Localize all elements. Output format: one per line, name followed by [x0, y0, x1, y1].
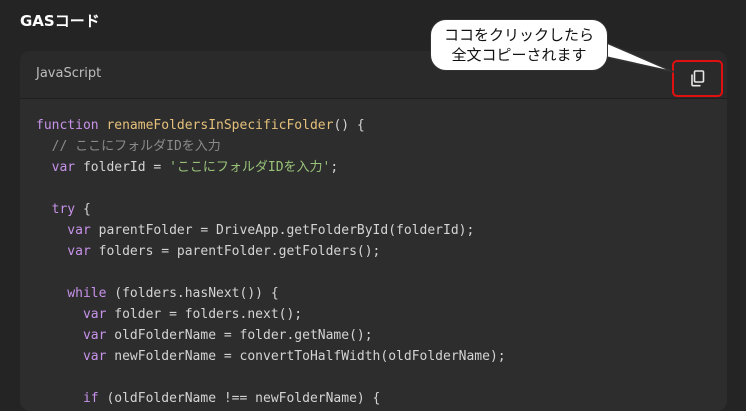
code-line: var newFolderName = convertToHalfWidth(o…: [36, 346, 727, 367]
code-token: () {: [333, 118, 365, 133]
callout-tail: [600, 39, 675, 73]
code-token: // ここにフォルダIDを入力: [36, 139, 221, 154]
code-token: newFolderName = convertToHalfWidth(oldFo…: [114, 349, 506, 364]
code-token: try: [36, 202, 83, 217]
code-line: var oldFolderName = folder.getName();: [36, 325, 727, 346]
code-line: // ここにフォルダIDを入力: [36, 136, 727, 157]
code-line: try {: [36, 199, 727, 220]
code-token: var: [36, 307, 115, 322]
code-line: var folder = folders.next();: [36, 304, 727, 325]
code-token: var: [36, 349, 115, 364]
code-line: if (oldFolderName !== newFolderName) {: [36, 388, 727, 409]
code-line: var folders = parentFolder.getFolders();: [36, 241, 727, 262]
callout-annotation: ココをクリックしたら 全文コピーされます: [430, 19, 608, 71]
code-token: renameFoldersInSpecificFolder: [106, 118, 334, 133]
code-token: while: [36, 286, 115, 301]
copy-icon[interactable]: [690, 70, 706, 87]
code-token: parentFolder = DriveApp.getFolderById(fo…: [98, 223, 475, 238]
code-token: folder = folders.next();: [114, 307, 303, 322]
callout-line-2: 全文コピーされます: [451, 46, 587, 64]
code-token: (folders.hasNext()) {: [114, 286, 279, 301]
code-block: JavaScript function renameFoldersInSpeci…: [20, 51, 727, 411]
code-line: var folderId = 'ここにフォルダIDを入力';: [36, 157, 727, 178]
code-line: var parentFolder = DriveApp.getFolderByI…: [36, 220, 727, 241]
code-line: function renameFoldersInSpecificFolder()…: [36, 115, 727, 136]
code-token: function: [36, 118, 107, 133]
code-content: function renameFoldersInSpecificFolder()…: [20, 99, 727, 409]
code-token: 'ここにフォルダIDを入力': [169, 160, 331, 175]
code-token: ;: [330, 160, 339, 175]
code-token: var: [36, 328, 115, 343]
code-token: {: [82, 202, 91, 217]
code-token: folders = parentFolder.getFolders();: [98, 244, 381, 259]
section-title: GASコード: [20, 12, 100, 30]
code-token: oldFolderName = folder.getName();: [114, 328, 373, 343]
code-token: var: [36, 160, 83, 175]
code-line: while (folders.hasNext()) {: [36, 283, 727, 304]
code-token: var: [36, 223, 99, 238]
code-token: var: [36, 244, 99, 259]
callout-line-1: ココをクリックしたら: [443, 26, 594, 44]
code-token: folderId =: [82, 160, 170, 175]
language-label: JavaScript: [36, 66, 102, 81]
